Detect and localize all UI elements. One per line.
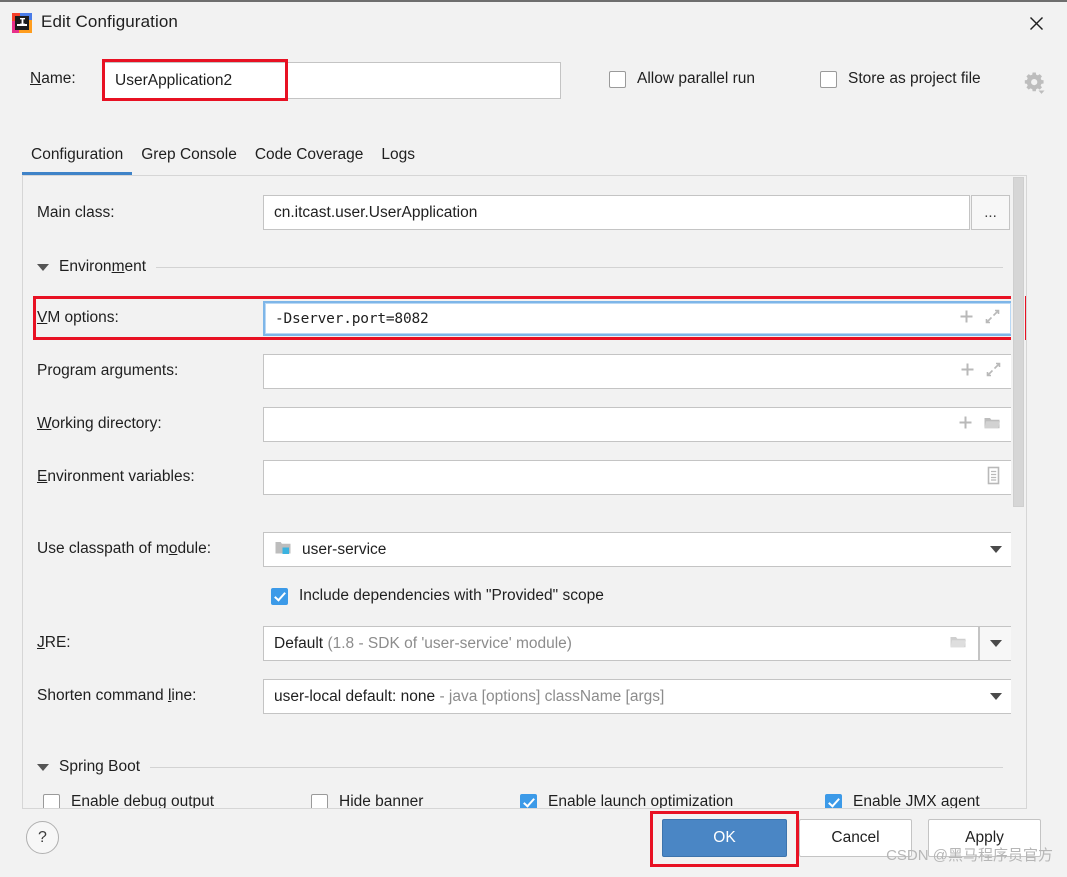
shorten-command-line-value: user-local default: none [274,687,436,705]
vm-options-label: VM options: [37,309,119,326]
section-divider [150,766,1003,768]
scrollbar-thumb[interactable] [1013,177,1024,507]
shorten-command-line-value-wrap: user-local default: none - java [options… [274,688,990,706]
include-provided-scope-label: Include dependencies with "Provided" sco… [299,587,604,604]
spring-boot-section-header[interactable]: Spring Boot [37,758,1017,776]
use-classpath-of-module-dropdown[interactable]: user-service [263,532,1013,567]
folder-icon[interactable] [983,414,1002,436]
environment-variables-icons [985,466,1002,490]
checkbox-box [271,587,288,605]
jre-dropdown-button[interactable] [979,626,1013,661]
tab-configuration[interactable]: Configuration [22,142,133,175]
store-as-project-file-checkbox[interactable]: Store as project file [820,70,981,88]
help-button[interactable]: ? [26,821,59,854]
vm-options-icons [958,308,1001,330]
configuration-form-panel: Main class: cn.itcast.user.UserApplicati… [22,175,1027,809]
shorten-command-line-dropdown[interactable]: user-local default: none - java [options… [263,679,1013,714]
expand-icon[interactable] [985,361,1002,383]
allow-parallel-run-checkbox[interactable]: Allow parallel run [609,70,755,88]
working-directory-icons [957,414,1002,436]
jre-value-wrap: Default (1.8 - SDK of 'user-service' mod… [274,635,941,653]
module-folder-icon [274,539,293,561]
store-as-project-file-label: Store as project file [848,70,981,87]
shorten-command-line-hint: - java [options] className [args] [439,687,665,705]
close-icon[interactable] [1015,8,1057,38]
apply-button[interactable]: Apply [928,819,1041,857]
dialog-title-bar: Edit Configuration [0,2,1067,42]
chevron-down-icon[interactable] [990,693,1002,700]
section-divider [156,266,1003,268]
ellipsis-icon: ... [984,204,997,221]
tab-bar: Configuration Grep Console Code Coverage… [22,142,424,175]
triangle-down-icon[interactable] [37,263,49,271]
folder-icon[interactable] [949,633,968,655]
jre-label: JRE: [37,634,71,651]
environment-section-title: Environment [59,258,147,275]
list-document-icon[interactable] [985,466,1002,490]
cancel-button[interactable]: Cancel [799,819,912,857]
chevron-down-icon [990,640,1002,647]
environment-section-header[interactable]: Environment [37,258,1017,276]
shorten-command-line-label: Shorten command line: [37,687,197,704]
environment-variables-label: Environment variables: [37,468,195,485]
allow-parallel-run-label: Allow parallel run [637,70,756,87]
plus-icon[interactable] [957,414,974,436]
dialog-title: Edit Configuration [41,12,178,31]
main-class-value: cn.itcast.user.UserApplication [274,203,478,221]
dialog-footer: ? OK Cancel Apply CSDN @黑马程序员官方 [0,807,1067,877]
plus-icon[interactable] [959,361,976,383]
vm-options-field[interactable]: -Dserver.port=8082 [263,301,1013,336]
triangle-down-icon[interactable] [37,763,49,771]
jre-value-hint: (1.8 - SDK of 'user-service' module) [327,634,572,652]
ok-button[interactable]: OK [662,819,787,857]
main-class-label: Main class: [37,204,115,221]
environment-variables-field[interactable] [263,460,1013,495]
vertical-scrollbar[interactable] [1011,177,1025,807]
jre-icons [949,633,968,655]
name-input[interactable] [103,62,561,99]
tab-logs[interactable]: Logs [372,142,424,175]
working-directory-field[interactable] [263,407,1013,442]
plus-icon[interactable] [958,308,975,330]
main-class-field[interactable]: cn.itcast.user.UserApplication [263,195,970,230]
working-directory-label: Working directory: [37,415,162,432]
vm-options-value: -Dserver.port=8082 [275,310,429,327]
jre-value: Default [274,634,324,652]
intellij-idea-logo-icon [11,12,33,34]
name-input-wrapper [103,62,561,99]
tab-code-coverage[interactable]: Code Coverage [246,142,373,175]
use-classpath-of-module-label: Use classpath of module: [37,540,212,557]
program-arguments-label: Program arguments: [37,362,179,379]
chevron-down-icon[interactable] [990,546,1002,553]
use-classpath-of-module-value: user-service [302,540,387,558]
checkbox-box [820,70,837,88]
name-label: Name: [30,70,76,87]
edit-configuration-dialog: Edit Configuration Name: Allow parallel … [0,0,1067,877]
spring-boot-section-title: Spring Boot [59,758,140,775]
program-arguments-field[interactable] [263,354,1013,389]
include-provided-scope-checkbox[interactable]: Include dependencies with "Provided" sco… [271,587,604,605]
expand-icon[interactable] [984,308,1001,330]
gear-icon[interactable] [1021,70,1047,96]
tab-grep-console[interactable]: Grep Console [132,142,246,175]
checkbox-box [609,70,626,88]
main-class-browse-button[interactable]: ... [971,195,1010,230]
program-arguments-icons [959,361,1002,383]
jre-field[interactable]: Default (1.8 - SDK of 'user-service' mod… [263,626,979,661]
